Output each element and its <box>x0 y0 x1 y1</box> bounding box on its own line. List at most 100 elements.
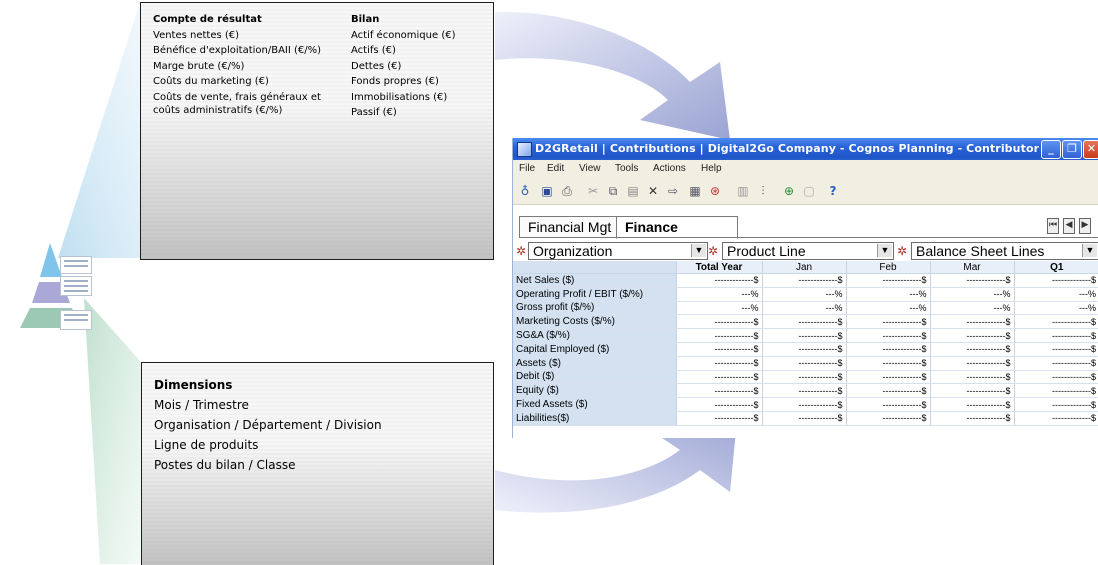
grid-cell[interactable]: ---% <box>675 301 762 316</box>
first-tab-icon[interactable]: ⏮ <box>1047 218 1059 234</box>
menu-view[interactable]: View <box>579 163 601 174</box>
product-line-select[interactable]: Product Line ▼ <box>722 242 894 260</box>
grid-cell[interactable]: -------------$ <box>929 383 1014 399</box>
grid-cell[interactable]: -------------$ <box>845 328 930 343</box>
organization-select[interactable]: Organization ▼ <box>528 242 708 260</box>
chevron-down-icon[interactable]: ▼ <box>1082 244 1097 257</box>
grid-cell[interactable]: -------------$ <box>845 370 930 385</box>
help-icon[interactable]: ? <box>825 183 841 199</box>
chevron-down-icon[interactable]: ▼ <box>877 244 892 257</box>
grid-cell[interactable]: ---% <box>761 287 846 302</box>
column-header[interactable]: Jan <box>761 261 846 274</box>
tab-financial-mgt[interactable]: Financial Mgt <box>519 216 623 238</box>
minimize-button[interactable]: _ <box>1041 140 1061 159</box>
grid-cell[interactable]: -------------$ <box>675 314 762 330</box>
grid-cell[interactable]: -------------$ <box>761 370 846 385</box>
column-header[interactable]: Feb <box>845 261 930 274</box>
grid-cell[interactable]: -------------$ <box>929 411 1014 426</box>
grid-cell[interactable]: -------------$ <box>929 273 1014 288</box>
row-label[interactable]: Capital Employed ($) <box>513 342 676 357</box>
grid-cell[interactable]: -------------$ <box>675 342 762 357</box>
grid-cell[interactable]: ---% <box>929 287 1014 302</box>
row-label[interactable]: Liabilities($) <box>513 411 676 426</box>
grid-cell[interactable]: -------------$ <box>1013 383 1098 399</box>
save-icon[interactable]: ▣ <box>539 183 555 199</box>
grid-cell[interactable]: -------------$ <box>675 273 762 288</box>
row-label[interactable]: Gross profit ($/%) <box>513 301 676 316</box>
menu-actions[interactable]: Actions <box>653 163 686 174</box>
grid-cell[interactable]: -------------$ <box>929 370 1014 385</box>
balance-sheet-lines-select[interactable]: Balance Sheet Lines ▼ <box>911 242 1098 260</box>
grid-cell[interactable]: -------------$ <box>845 397 930 412</box>
row-label[interactable]: Operating Profit / EBIT ($/%) <box>513 287 676 302</box>
restore-button[interactable]: ❐ <box>1062 140 1082 159</box>
grid-cell[interactable]: ---% <box>1013 301 1098 316</box>
grid-cell[interactable]: ---% <box>675 287 762 302</box>
paste-icon[interactable]: ▤ <box>625 183 641 199</box>
grid-cell[interactable]: -------------$ <box>1013 273 1098 288</box>
grid-cell[interactable]: -------------$ <box>761 328 846 343</box>
grid-cell[interactable]: -------------$ <box>1013 328 1098 343</box>
grid-cell[interactable]: -------------$ <box>761 411 846 426</box>
grid-cell[interactable]: -------------$ <box>761 356 846 371</box>
menu-help[interactable]: Help <box>701 163 722 174</box>
delete-icon[interactable]: ✕ <box>645 183 661 199</box>
grid-cell[interactable]: -------------$ <box>761 273 846 288</box>
row-label[interactable]: SG&A ($/%) <box>513 328 676 343</box>
print-icon[interactable]: ⎙ <box>559 183 575 199</box>
add-icon[interactable]: ⊕ <box>781 183 797 199</box>
chevron-down-icon[interactable]: ▼ <box>691 244 706 257</box>
row-label[interactable]: Net Sales ($) <box>513 273 676 288</box>
grid-cell[interactable]: -------------$ <box>761 314 846 330</box>
grid-cell[interactable]: -------------$ <box>761 342 846 357</box>
grid-cell[interactable]: -------------$ <box>845 356 930 371</box>
grid-cell[interactable]: ---% <box>929 301 1014 316</box>
row-label[interactable]: Fixed Assets ($) <box>513 397 676 412</box>
title-bar[interactable]: D2GRetail | Contributions | Digital2Go C… <box>513 138 1098 160</box>
grid-cell[interactable]: -------------$ <box>1013 314 1098 330</box>
grid-cell[interactable]: -------------$ <box>675 397 762 412</box>
column-header[interactable]: Mar <box>929 261 1014 274</box>
row-label[interactable]: Equity ($) <box>513 383 676 399</box>
row-label[interactable]: Marketing Costs ($/%) <box>513 314 676 330</box>
column-header[interactable]: Total Year <box>675 261 762 274</box>
grid-icon[interactable]: ▦ <box>687 183 703 199</box>
grid-cell[interactable]: -------------$ <box>929 397 1014 412</box>
grid-cell[interactable]: -------------$ <box>1013 370 1098 385</box>
grid-cell[interactable]: -------------$ <box>1013 397 1098 412</box>
grid-cell[interactable]: -------------$ <box>761 397 846 412</box>
tab-finance[interactable]: Finance <box>616 216 738 239</box>
next-tab-icon[interactable]: ▶ <box>1079 218 1091 234</box>
grid-cell[interactable]: -------------$ <box>1013 342 1098 357</box>
grid-cell[interactable]: -------------$ <box>845 383 930 399</box>
grid-cell[interactable]: -------------$ <box>761 383 846 399</box>
menu-edit[interactable]: Edit <box>547 163 564 174</box>
chart-icon[interactable]: ▥ <box>735 183 751 199</box>
cut-icon[interactable]: ✂ <box>585 183 601 199</box>
stop-icon[interactable]: ▢ <box>801 183 817 199</box>
grid-cell[interactable]: -------------$ <box>675 411 762 426</box>
menu-tools[interactable]: Tools <box>615 163 638 174</box>
grid-cell[interactable]: -------------$ <box>845 273 930 288</box>
grid-cell[interactable]: -------------$ <box>845 314 930 330</box>
grid-cell[interactable]: -------------$ <box>675 370 762 385</box>
fill-icon[interactable]: ⇨ <box>665 183 681 199</box>
close-button[interactable]: ✕ <box>1083 140 1098 159</box>
grid-cell[interactable]: -------------$ <box>845 342 930 357</box>
grid-cell[interactable]: -------------$ <box>929 356 1014 371</box>
grid-cell[interactable]: -------------$ <box>1013 411 1098 426</box>
grid-cell[interactable]: ---% <box>761 301 846 316</box>
prev-tab-icon[interactable]: ◀ <box>1063 218 1075 234</box>
copy-icon[interactable]: ⧉ <box>605 183 621 199</box>
grid-cell[interactable]: -------------$ <box>929 314 1014 330</box>
refresh-icon[interactable]: ♁ <box>517 183 533 199</box>
menu-file[interactable]: File <box>519 163 535 174</box>
grid-cell[interactable]: -------------$ <box>929 328 1014 343</box>
filter-icon[interactable]: ⫶ <box>755 183 771 199</box>
annotation-icon[interactable]: ⊛ <box>707 183 723 199</box>
column-header[interactable]: Q1 <box>1013 261 1098 274</box>
grid-cell[interactable]: ---% <box>845 287 930 302</box>
grid-cell[interactable]: ---% <box>845 301 930 316</box>
grid-cell[interactable]: -------------$ <box>845 411 930 426</box>
row-label[interactable]: Assets ($) <box>513 356 676 371</box>
